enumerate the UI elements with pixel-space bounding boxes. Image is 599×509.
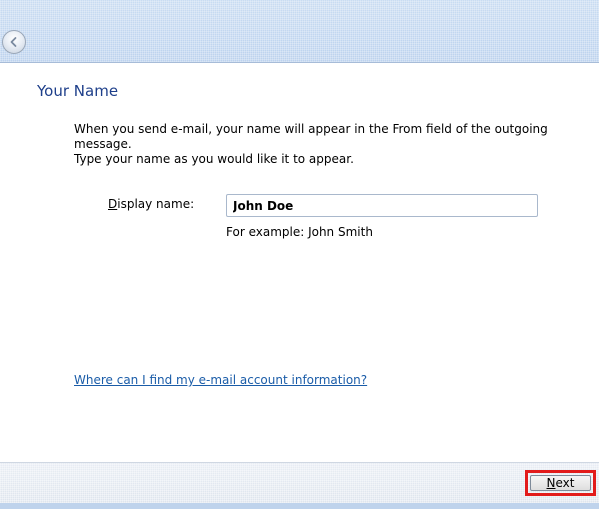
description-line-2: Type your name as you would like it to a… [74,152,354,166]
page-title: Your Name [37,82,119,100]
next-button-highlight: Next [525,470,596,496]
description-line-1: When you send e-mail, your name will app… [74,122,548,151]
page-description: When you send e-mail, your name will app… [74,122,574,167]
back-button[interactable] [2,30,26,54]
wizard-header-bar [0,0,599,63]
display-name-label: Display name: [108,197,194,211]
next-button-accelerator: N [546,476,556,490]
next-button-label: ext [555,476,575,490]
display-name-label-accelerator: D [108,197,118,211]
display-name-input[interactable] [226,194,538,217]
display-name-example: For example: John Smith [226,225,373,239]
wizard-footer-bar: Next [0,462,599,509]
back-arrow-icon [10,37,17,47]
next-button[interactable]: Next [530,475,591,491]
wizard-content: Your Name When you send e-mail, your nam… [0,63,599,462]
footer-bottom-strip [0,503,599,509]
display-name-label-text: isplay name: [117,197,195,211]
account-info-help-link[interactable]: Where can I find my e-mail account infor… [74,373,367,387]
